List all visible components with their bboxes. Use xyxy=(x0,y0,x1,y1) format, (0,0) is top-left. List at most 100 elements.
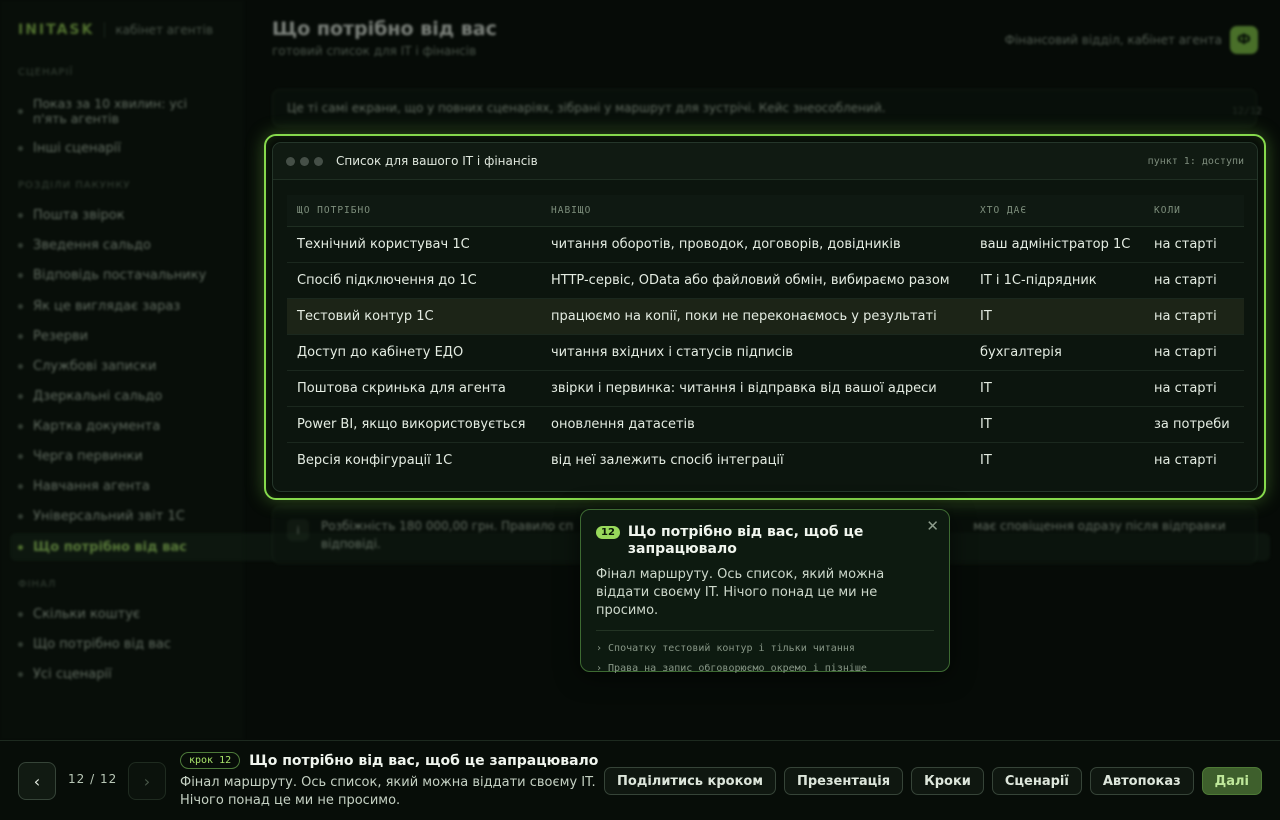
bullet-icon xyxy=(18,423,23,429)
cell: IT xyxy=(970,298,1144,335)
cell: IT і 1С-підрядник xyxy=(970,262,1144,299)
bullet-icon xyxy=(18,212,23,218)
table-row[interactable]: Доступ до кабінету ЕДО читання вхідних і… xyxy=(287,334,1244,371)
next-step-arrow-button[interactable]: › xyxy=(128,762,166,800)
cell: від неї залежить спосіб інтеграції xyxy=(551,452,784,468)
share-step-button[interactable]: Поділитись кроком xyxy=(604,767,776,795)
step-badge: крок 12 xyxy=(180,752,241,769)
sidebar-item-label: Навчання агента xyxy=(33,478,150,494)
table-row-highlighted[interactable]: Тестовий контур 1С працюємо на копії, по… xyxy=(287,298,1244,335)
cell: HTTP-сервіс, OData або файловий обмін, в… xyxy=(541,262,970,299)
cell: Тестовий контур 1С xyxy=(287,298,541,335)
bullet-icon xyxy=(18,303,23,309)
bullet-icon xyxy=(18,671,23,677)
table-row[interactable]: Спосіб підключення до 1С HTTP-сервіс, OD… xyxy=(287,262,1244,299)
prev-step-button[interactable]: ‹ xyxy=(18,762,56,800)
column-header: ЩО ПОТРІБНО xyxy=(287,195,541,227)
bullet-icon xyxy=(18,513,23,519)
step-title: Що потрібно від вас, щоб це запрацювало xyxy=(249,752,599,769)
requirements-panel: Список для вашого IT і фінансів пункт 1:… xyxy=(272,142,1258,492)
step-description: Фінал маршруту. Ось список, який можна в… xyxy=(180,775,596,808)
table-row[interactable]: Версія конфігурації 1С від неї залежить … xyxy=(287,442,1244,478)
sidebar-item-label: Показ за 10 хвилин: усі п'ять агентів xyxy=(33,96,188,126)
sidebar-item-label: Універсальний звіт 1С xyxy=(33,508,185,524)
cell: ваш адміністратор 1С xyxy=(970,226,1144,263)
bullet-icon xyxy=(18,393,23,399)
sidebar-item-label: Відповідь постачальнику xyxy=(33,267,207,283)
sidebar-item-label: Усі сценарії xyxy=(33,666,112,682)
popover-body: Фінал маршруту. Ось список, який можна в… xyxy=(596,567,885,618)
panel-header: Список для вашого IT і фінансів пункт 1:… xyxy=(273,143,1257,180)
info-text-line2: відповіді. xyxy=(321,537,381,551)
bullet-icon xyxy=(18,544,23,550)
close-icon[interactable]: ✕ xyxy=(926,517,939,535)
sidebar-item-label: Скільки коштує xyxy=(33,606,141,622)
sidebar-item-label: Як це виглядає зараз xyxy=(33,298,181,314)
header-account-label: Фінансовий відділ, кабінет агента xyxy=(1004,33,1222,47)
popover-note: › Права на запис обговорюємо окремо і пі… xyxy=(596,663,867,674)
header-account[interactable]: Фінансовий відділ, кабінет агента Ф xyxy=(1005,26,1258,54)
sidebar-item-label: Картка документа xyxy=(33,418,161,434)
bullet-icon xyxy=(18,611,23,617)
sidebar-section-package: РОЗДІЛИ ПАКУНКУ xyxy=(18,180,131,191)
sidebar-item-label: Пошта звірок xyxy=(33,207,125,223)
cell: читання вхідних і статусів підписів xyxy=(541,334,970,371)
table-row[interactable]: Power BI, якщо використовується оновленн… xyxy=(287,406,1244,443)
cell: Поштова скринька для агента xyxy=(287,370,541,407)
table-row[interactable]: Технічний користувач 1С читання оборотів… xyxy=(287,226,1244,263)
sidebar-item-label: Що потрібно від вас xyxy=(33,539,187,555)
cell: IT xyxy=(970,370,1144,407)
cell: звірки і первинка: читання і відправка в… xyxy=(541,370,970,407)
avatar[interactable]: Ф xyxy=(1230,26,1258,54)
notice-banner: Це ті самі екрани, що у повних сценаріях… xyxy=(272,89,1257,127)
info-text-left: Розбіжність 180 000,00 грн. Правило сп xyxy=(321,519,574,533)
brand-subtitle: кабінет агентів xyxy=(115,23,214,37)
bullet-icon xyxy=(18,483,23,489)
table-header-row: ЩО ПОТРІБНО НАВІЩО ХТО ДАЄ КОЛИ xyxy=(287,195,1244,227)
cell: на старті xyxy=(1154,452,1217,468)
bullet-icon xyxy=(18,242,23,248)
scenarios-button[interactable]: Сценарії xyxy=(991,767,1082,795)
tour-popover: ✕ 12 Що потрібно від вас, щоб це запрацю… xyxy=(580,509,950,674)
column-header: КОЛИ xyxy=(1144,195,1244,227)
bullet-icon xyxy=(18,272,23,278)
window-dot-icon xyxy=(314,156,323,166)
sidebar-item-label: Інші сценарії xyxy=(33,140,121,156)
page-header: Що потрібно від вас готовий список для I… xyxy=(272,18,1258,62)
bullet-icon xyxy=(18,363,23,369)
panel-tag: пункт 1: доступи xyxy=(1147,155,1244,167)
window-dot-icon xyxy=(286,156,295,166)
step-number-badge: 12 xyxy=(596,526,620,539)
cell: за потреби xyxy=(1144,406,1244,443)
popover-title: Що потрібно від вас, щоб це запрацювало xyxy=(627,524,864,557)
cell: оновлення датасетів xyxy=(541,406,970,443)
popover-header: 12 Що потрібно від вас, щоб це запрацюва… xyxy=(596,524,934,558)
tour-actions: Поділитись кроком Презентація Кроки Сцен… xyxy=(604,767,1262,795)
cell: бухгалтерія xyxy=(970,334,1144,371)
table-row[interactable]: Поштова скринька для агента звірки і пер… xyxy=(287,370,1244,407)
bullet-icon xyxy=(18,641,23,647)
panel-title: Список для вашого IT і фінансів xyxy=(336,154,538,168)
cell: Power BI, якщо використовується xyxy=(287,406,541,443)
cell: Доступ до кабінету ЕДО xyxy=(287,334,541,371)
bullet-icon xyxy=(18,453,23,459)
presentation-button[interactable]: Презентація xyxy=(783,767,904,795)
divider xyxy=(596,630,934,631)
cell: IT xyxy=(980,452,992,468)
cell: на старті xyxy=(1144,370,1244,407)
next-button[interactable]: Далі xyxy=(1201,767,1262,795)
autoplay-button[interactable]: Автопоказ xyxy=(1089,767,1194,795)
step-counter: 12 / 12 xyxy=(68,772,118,786)
sidebar-item-label: Дзеркальні сальдо xyxy=(33,388,163,404)
sidebar-section-final: ФІНАЛ xyxy=(18,579,57,590)
cell: на старті xyxy=(1144,226,1244,263)
cell: Версія конфігурації 1С xyxy=(297,452,453,468)
cell: Технічний користувач 1С xyxy=(287,226,541,263)
window-dot-icon xyxy=(300,156,309,166)
cell: Спосіб підключення до 1С xyxy=(287,262,541,299)
cell: IT xyxy=(970,406,1144,443)
brand-logo: INITASK xyxy=(18,22,95,38)
cell: на старті xyxy=(1144,334,1244,371)
sidebar-section-scenarios: СЦЕНАРІЇ xyxy=(18,67,74,78)
steps-button[interactable]: Кроки xyxy=(911,767,984,795)
